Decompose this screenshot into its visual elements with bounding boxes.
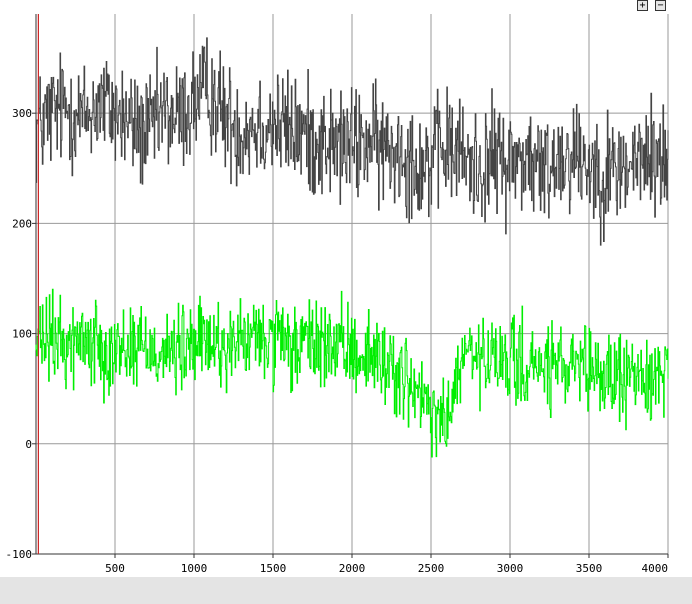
zoom-in-button[interactable]: +: [637, 0, 648, 11]
line-chart: 500 1000 1500 2000 2500 3000 3500 4000 -100 0 100 2…: [6, 14, 669, 575]
x-tick-label: 3500: [576, 562, 603, 575]
x-tick-label: 4000: [642, 562, 669, 575]
status-bar: [0, 577, 692, 604]
y-tick-label: 0: [25, 438, 32, 451]
x-tick-label: 1000: [181, 562, 208, 575]
zoom-out-button[interactable]: −: [655, 0, 666, 11]
y-tick-label: 300: [12, 107, 32, 120]
y-tick-label: -100: [6, 548, 33, 561]
x-tick-label: 1500: [260, 562, 287, 575]
y-tick-label: 200: [12, 217, 32, 230]
y-tick-label: 100: [12, 328, 32, 341]
x-tick-label: 2500: [418, 562, 445, 575]
x-tick-label: 2000: [339, 562, 366, 575]
chart-window: 500 1000 1500 2000 2500 3000 3500 4000 -100 0 100 2…: [0, 0, 692, 604]
x-tick-label: 500: [105, 562, 125, 575]
x-tick-label: 3000: [497, 562, 524, 575]
